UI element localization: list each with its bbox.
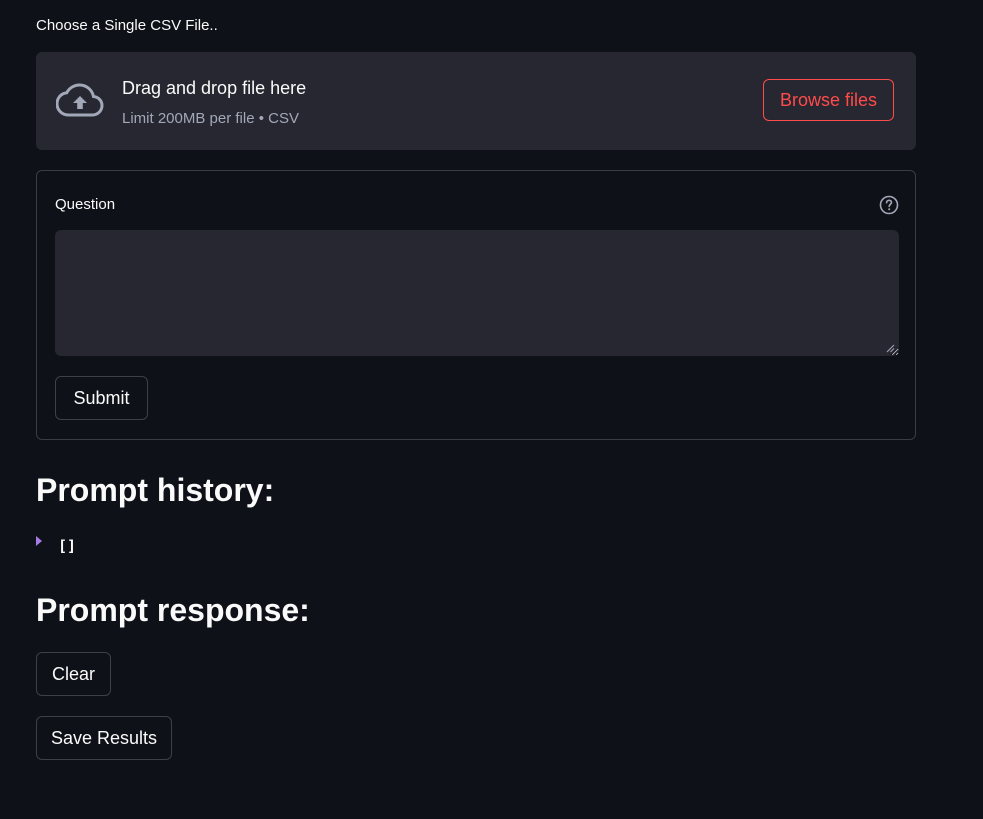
dropzone-title: Drag and drop file here [122, 78, 307, 98]
dropzone-limit-text: Limit 200MB per file • CSV [122, 110, 299, 127]
save-results-button[interactable]: Save Results [36, 716, 172, 760]
question-form: Question Submit [36, 170, 916, 440]
help-circle-icon[interactable] [879, 195, 899, 215]
prompt-history-heading: Prompt history: [36, 472, 275, 508]
history-json-expander[interactable]: [] [36, 533, 76, 555]
history-json-value: [] [58, 537, 77, 555]
question-textarea[interactable] [55, 230, 899, 356]
clear-button[interactable]: Clear [36, 652, 111, 696]
triangle-right-icon[interactable] [36, 536, 42, 546]
browse-files-button[interactable]: Browse files [763, 79, 894, 121]
app-page: Choose a Single CSV File.. Drag and drop… [0, 0, 983, 819]
cloud-upload-icon [56, 83, 104, 117]
prompt-response-heading: Prompt response: [36, 592, 310, 628]
file-dropzone[interactable]: Drag and drop file here Limit 200MB per … [36, 52, 916, 150]
file-uploader-label: Choose a Single CSV File.. [36, 17, 218, 34]
submit-button[interactable]: Submit [55, 376, 148, 420]
resize-handle-icon[interactable] [885, 343, 895, 353]
question-label: Question [55, 196, 116, 213]
